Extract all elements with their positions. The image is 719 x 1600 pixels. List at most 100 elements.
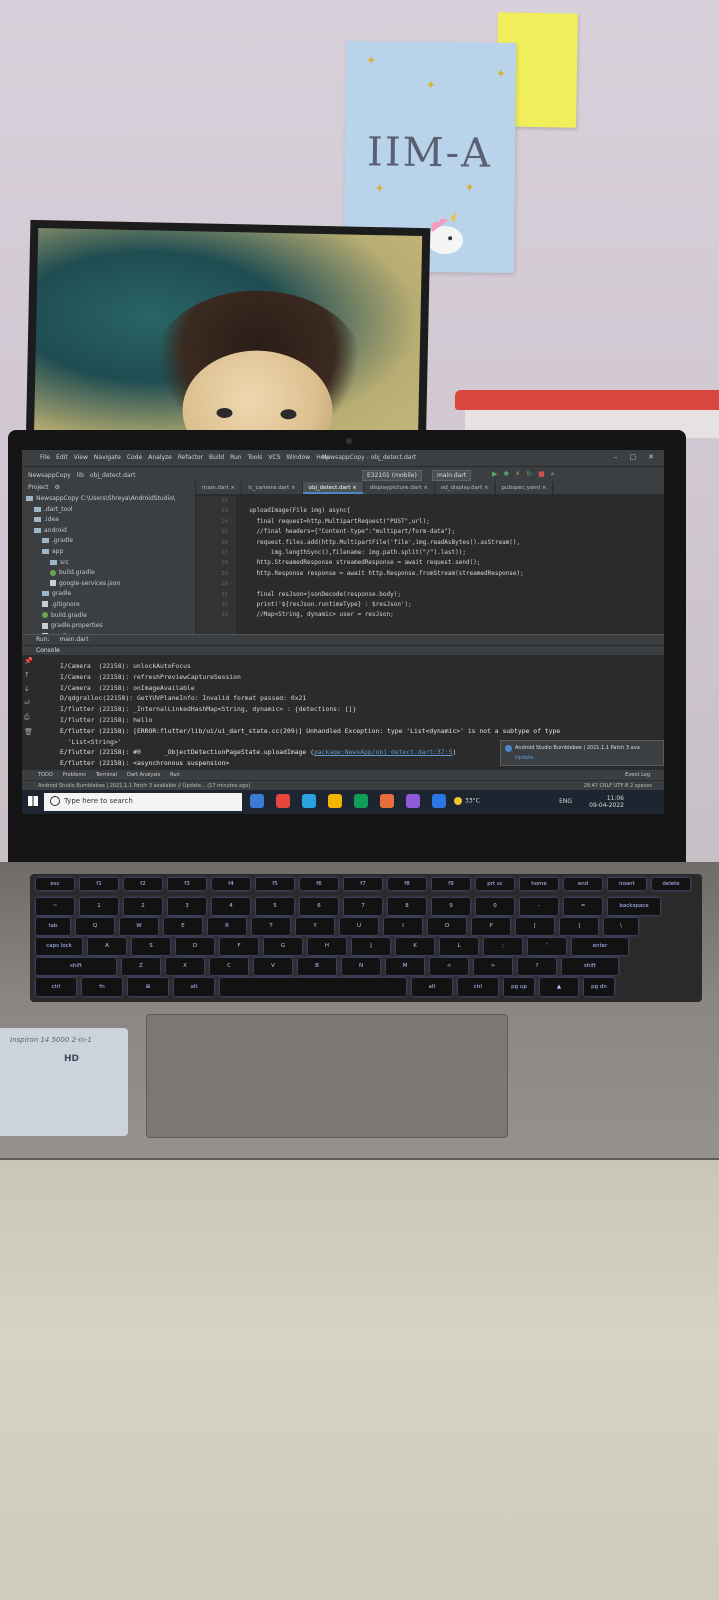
event-log-tab[interactable]: Event Log: [625, 772, 650, 778]
key-shift[interactable]: shift: [562, 958, 618, 975]
key--[interactable]: -: [520, 898, 558, 915]
run-icon[interactable]: ▶: [492, 470, 497, 479]
tree-item[interactable]: gradle: [22, 589, 195, 600]
key-'[interactable]: ': [528, 938, 566, 955]
notification-update-link[interactable]: Update...: [515, 755, 538, 761]
key-\[interactable]: \: [604, 918, 638, 935]
key-pg-dn[interactable]: pg dn: [584, 978, 614, 996]
debug-icon[interactable]: ✱: [503, 470, 509, 479]
key-caps-lock[interactable]: caps lock: [36, 938, 82, 955]
key-h[interactable]: H: [308, 938, 346, 955]
key-p[interactable]: P: [472, 918, 510, 935]
breadcrumb-item[interactable]: NewsappCopy: [28, 472, 71, 479]
search-everywhere-icon[interactable]: ⌕: [551, 470, 555, 479]
key-[[interactable]: [: [516, 918, 554, 935]
wrap-icon[interactable]: ⏎: [24, 699, 38, 707]
editor-tab[interactable]: pubspec.yaml ×: [496, 482, 554, 494]
device-selector[interactable]: E32101 (mobile): [362, 470, 422, 481]
key-6[interactable]: 6: [300, 898, 338, 915]
key-i[interactable]: I: [384, 918, 422, 935]
tool-tab-dart-analysis[interactable]: Dart Analysis: [127, 772, 160, 778]
hot-restart-icon[interactable]: ↻: [526, 470, 532, 479]
down-arrow-icon[interactable]: ↓: [24, 685, 38, 693]
tool-tab-problems[interactable]: Problems: [63, 772, 86, 778]
key-end[interactable]: end: [564, 878, 602, 890]
key-4[interactable]: 4: [212, 898, 250, 915]
editor-tab[interactable]: obj_detect.dart ×: [302, 482, 364, 494]
key-delete[interactable]: delete: [652, 878, 690, 890]
key-f9[interactable]: f9: [432, 878, 470, 890]
tree-item[interactable]: gradle.properties: [22, 621, 195, 632]
key-f8[interactable]: f8: [388, 878, 426, 890]
key-m[interactable]: M: [386, 958, 424, 975]
key-esc[interactable]: esc: [36, 878, 74, 890]
hot-reload-icon[interactable]: ⚡: [515, 470, 520, 479]
key-space[interactable]: [220, 978, 406, 996]
system-clock[interactable]: 11:06 09-04-2022: [589, 795, 624, 809]
key-alt[interactable]: alt: [174, 978, 214, 996]
taskbar-app-icon[interactable]: [380, 794, 394, 808]
key-insert[interactable]: insert: [608, 878, 646, 890]
taskbar-app-icon[interactable]: [406, 794, 420, 808]
editor-tab[interactable]: main.dart ×: [196, 482, 243, 494]
key-w[interactable]: W: [120, 918, 158, 935]
console-tab[interactable]: Console: [22, 645, 664, 655]
key-o[interactable]: O: [428, 918, 466, 935]
tree-item[interactable]: build.gradle: [22, 568, 195, 579]
close-icon[interactable]: ✕: [648, 453, 654, 461]
menu-item-vcs[interactable]: VCS: [268, 454, 280, 461]
key-f7[interactable]: f7: [344, 878, 382, 890]
key-enter[interactable]: enter: [572, 938, 628, 955]
tool-tab-run[interactable]: Run: [170, 772, 180, 778]
key-shift[interactable]: shift: [36, 958, 116, 975]
tree-item[interactable]: google-services.json: [22, 579, 195, 590]
menu-item-run[interactable]: Run: [230, 454, 242, 461]
key-fn[interactable]: fn: [82, 978, 122, 996]
key-0[interactable]: 0: [476, 898, 514, 915]
key-d[interactable]: D: [176, 938, 214, 955]
editor-tab[interactable]: displaypicture.dart ×: [364, 482, 435, 494]
menu-item-window[interactable]: Window: [287, 454, 311, 461]
maximize-icon[interactable]: ▢: [630, 453, 637, 461]
stop-icon[interactable]: ■: [538, 470, 545, 479]
key-j[interactable]: J: [352, 938, 390, 955]
key-v[interactable]: V: [254, 958, 292, 975]
key-y[interactable]: Y: [296, 918, 334, 935]
key-k[interactable]: K: [396, 938, 434, 955]
key-x[interactable]: X: [166, 958, 204, 975]
key-<[interactable]: <: [430, 958, 468, 975]
project-view-selector[interactable]: Project: [28, 484, 49, 492]
menu-item-analyze[interactable]: Analyze: [148, 454, 172, 461]
language-indicator[interactable]: ENG: [559, 798, 572, 805]
taskbar-app-icon[interactable]: [354, 794, 368, 808]
key-f6[interactable]: f6: [300, 878, 338, 890]
menu-item-view[interactable]: View: [74, 454, 88, 461]
key-f4[interactable]: f4: [212, 878, 250, 890]
key-▲[interactable]: ▲: [540, 978, 578, 996]
key-pg-up[interactable]: pg up: [504, 978, 534, 996]
run-config-selector[interactable]: main.dart: [432, 470, 472, 481]
key-f5[interactable]: f5: [256, 878, 294, 890]
taskbar-app-icon[interactable]: [432, 794, 446, 808]
key-backspace[interactable]: backspace: [608, 898, 660, 915]
menu-item-code[interactable]: Code: [127, 454, 142, 461]
key-~[interactable]: ~: [36, 898, 74, 915]
windows-start-icon[interactable]: [28, 796, 38, 806]
minimize-icon[interactable]: –: [614, 453, 618, 461]
key->[interactable]: >: [474, 958, 512, 975]
key-prt-sc[interactable]: prt sc: [476, 878, 514, 890]
key-s[interactable]: S: [132, 938, 170, 955]
key-7[interactable]: 7: [344, 898, 382, 915]
key-⊞[interactable]: ⊞: [128, 978, 168, 996]
key-c[interactable]: C: [210, 958, 248, 975]
key-][interactable]: ]: [560, 918, 598, 935]
key-f1[interactable]: f1: [80, 878, 118, 890]
key-8[interactable]: 8: [388, 898, 426, 915]
key-f3[interactable]: f3: [168, 878, 206, 890]
tree-item[interactable]: src: [22, 558, 195, 569]
key-3[interactable]: 3: [168, 898, 206, 915]
weather-widget[interactable]: 33°C: [454, 797, 480, 805]
run-target-tab[interactable]: main.dart: [59, 636, 88, 643]
key-;[interactable]: ;: [484, 938, 522, 955]
key-ctrl[interactable]: ctrl: [458, 978, 498, 996]
